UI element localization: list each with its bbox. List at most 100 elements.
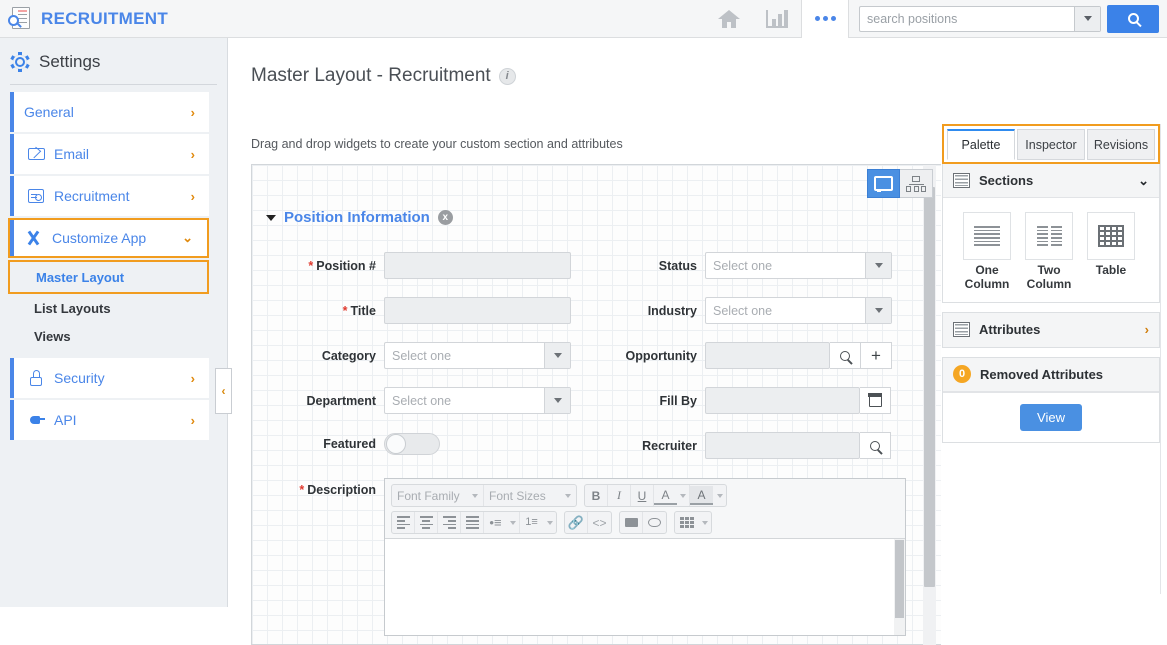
- two-column-icon: [1025, 212, 1073, 260]
- field-label: Status: [658, 258, 697, 273]
- description-editor-body[interactable]: [385, 538, 905, 635]
- align-left-icon[interactable]: [392, 512, 415, 533]
- title-input[interactable]: [384, 297, 571, 324]
- search-button[interactable]: [1107, 4, 1159, 33]
- sidebar-item-api[interactable]: API ›: [10, 400, 209, 440]
- recruiter-lookup-button[interactable]: [860, 432, 891, 459]
- sidebar-item-general[interactable]: General ›: [10, 92, 209, 132]
- sidebar-item-security[interactable]: Security ›: [10, 358, 209, 398]
- sections-panel-header[interactable]: Sections ⌄: [943, 164, 1159, 198]
- bold-button[interactable]: B: [585, 485, 608, 506]
- tab-inspector[interactable]: Inspector: [1017, 129, 1085, 160]
- sections-panel-title: Sections: [979, 173, 1034, 188]
- numbered-list-icon[interactable]: 1≡: [520, 512, 543, 533]
- required-marker: *: [308, 258, 314, 273]
- sidebar-item-customize-app[interactable]: Customize App ⌄: [8, 218, 209, 258]
- tab-revisions[interactable]: Revisions: [1087, 129, 1155, 160]
- search-input[interactable]: [860, 6, 1074, 31]
- desktop-view-button[interactable]: [867, 169, 900, 198]
- ellipsis-icon[interactable]: [801, 0, 849, 38]
- chevron-down-icon[interactable]: [544, 343, 570, 368]
- widget-two-column[interactable]: Two Column: [1025, 212, 1073, 292]
- required-marker: *: [299, 483, 305, 497]
- numbered-list-dropdown[interactable]: [543, 512, 556, 533]
- section-header[interactable]: Position Information x: [266, 209, 453, 226]
- chevron-right-icon[interactable]: ›: [1145, 322, 1149, 337]
- editor-toolbar-row-1: Font Family Font Sizes B I U A A: [391, 484, 899, 507]
- description-rich-text-editor[interactable]: Font Family Font Sizes B I U A A •≡ 1≡ 🔗…: [384, 478, 906, 636]
- featured-toggle[interactable]: [384, 433, 440, 455]
- field-label: Recruiter: [642, 438, 697, 453]
- sidebar-collapse-handle[interactable]: ‹: [215, 368, 232, 414]
- code-icon[interactable]: <>: [588, 512, 611, 533]
- highlight-color-dropdown[interactable]: [713, 485, 726, 506]
- status-select[interactable]: Select one: [705, 252, 892, 279]
- search-box[interactable]: [859, 5, 1101, 32]
- opportunity-lookup-button[interactable]: [830, 342, 861, 369]
- opportunity-input[interactable]: [705, 342, 830, 369]
- fill-by-input[interactable]: [705, 387, 860, 414]
- tab-palette[interactable]: Palette: [947, 129, 1015, 160]
- fill-by-calendar-button[interactable]: [860, 387, 891, 414]
- insert-group: 🔗 <>: [564, 511, 612, 534]
- category-select[interactable]: Select one: [384, 342, 571, 369]
- calendar-icon: [867, 393, 883, 407]
- text-color-dropdown[interactable]: [677, 485, 690, 506]
- settings-sidebar: Settings General › Email › Recruitment ›: [0, 38, 228, 607]
- font-size-select[interactable]: Font Sizes: [484, 485, 576, 506]
- table-dropdown[interactable]: [698, 512, 711, 533]
- bullet-list-icon[interactable]: •≡: [484, 512, 507, 533]
- layout-canvas[interactable]: Position Information x * Position # * Titl…: [251, 164, 941, 645]
- industry-select[interactable]: Select one: [705, 297, 892, 324]
- align-center-icon[interactable]: [415, 512, 438, 533]
- chevron-down-icon[interactable]: ⌄: [1138, 173, 1149, 189]
- editor-scrollbar[interactable]: [894, 539, 905, 635]
- view-button[interactable]: View: [1020, 403, 1082, 431]
- widget-one-column[interactable]: One Column: [963, 212, 1011, 292]
- link-icon[interactable]: 🔗: [565, 512, 588, 533]
- brand[interactable]: RECRUITMENT: [0, 6, 168, 32]
- sidebar-item-views[interactable]: Views: [0, 322, 227, 350]
- sidebar-divider: [10, 84, 217, 85]
- attributes-panel[interactable]: Attributes ›: [942, 311, 1160, 348]
- eye-icon[interactable]: [643, 512, 666, 533]
- close-icon[interactable]: x: [437, 210, 453, 225]
- hierarchy-view-button[interactable]: [900, 169, 933, 198]
- chevron-down-icon[interactable]: [865, 253, 891, 278]
- chevron-down-icon[interactable]: [544, 388, 570, 413]
- align-justify-icon[interactable]: [461, 512, 484, 533]
- sidebar-item-master-layout[interactable]: Master Layout: [8, 260, 209, 294]
- sidebar-item-recruitment[interactable]: Recruitment ›: [10, 176, 209, 216]
- info-icon[interactable]: i: [498, 67, 516, 85]
- opportunity-add-button[interactable]: +: [861, 342, 892, 369]
- position-number-input[interactable]: [384, 252, 571, 279]
- removed-attributes-header: 0 Removed Attributes: [943, 357, 1159, 392]
- align-right-icon[interactable]: [438, 512, 461, 533]
- recruiter-input[interactable]: [705, 432, 860, 459]
- right-panel: Palette Inspector Revisions Sections ⌄ O…: [942, 124, 1160, 544]
- bullet-list-dropdown[interactable]: [507, 512, 520, 533]
- table-icon[interactable]: [675, 512, 698, 533]
- scrollbar-thumb[interactable]: [924, 187, 935, 587]
- sidebar-item-list-layouts[interactable]: List Layouts: [0, 294, 227, 322]
- chevron-right-icon: ›: [190, 104, 195, 120]
- canvas-scrollbar[interactable]: [923, 164, 936, 645]
- underline-button[interactable]: U: [631, 485, 654, 506]
- print-icon[interactable]: [620, 512, 643, 533]
- attributes-panel-header[interactable]: Attributes ›: [943, 312, 1159, 347]
- home-icon[interactable]: [705, 0, 753, 38]
- tab-label: Palette: [961, 138, 1001, 152]
- font-family-select[interactable]: Font Family: [392, 485, 484, 506]
- department-select[interactable]: Select one: [384, 387, 571, 414]
- bar-chart-icon[interactable]: [753, 0, 801, 38]
- italic-button[interactable]: I: [608, 485, 631, 506]
- widget-table[interactable]: Table: [1087, 212, 1135, 292]
- chevron-down-icon[interactable]: [266, 214, 276, 221]
- highlight-color-button[interactable]: A: [690, 486, 713, 505]
- sidebar-item-email[interactable]: Email ›: [10, 134, 209, 174]
- search-scope-dropdown[interactable]: [1074, 6, 1100, 31]
- text-color-button[interactable]: A: [654, 486, 677, 505]
- chevron-down-icon[interactable]: [865, 298, 891, 323]
- attributes-panel-title: Attributes: [979, 322, 1041, 338]
- scrollbar-thumb[interactable]: [895, 540, 904, 618]
